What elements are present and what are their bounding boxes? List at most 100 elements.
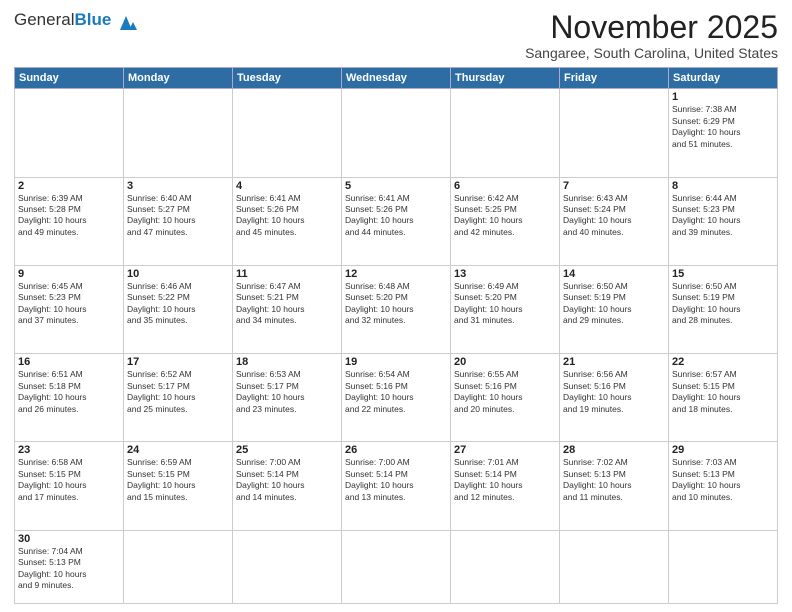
cell-text: and 25 minutes.: [127, 404, 229, 415]
cell-text: Sunset: 5:16 PM: [454, 381, 556, 392]
table-row: 9Sunrise: 6:45 AMSunset: 5:23 PMDaylight…: [15, 265, 124, 353]
header: General Blue November 2025 Sangaree, Sou…: [14, 10, 778, 61]
col-friday: Friday: [560, 68, 669, 89]
cell-text: and 20 minutes.: [454, 404, 556, 415]
day-number: 28: [563, 444, 665, 456]
cell-text: Sunrise: 7:03 AM: [672, 457, 774, 468]
day-number: 19: [345, 356, 447, 368]
cell-text: Sunset: 5:26 PM: [236, 204, 338, 215]
table-row: 13Sunrise: 6:49 AMSunset: 5:20 PMDayligh…: [451, 265, 560, 353]
table-row: 2Sunrise: 6:39 AMSunset: 5:28 PMDaylight…: [15, 177, 124, 265]
col-thursday: Thursday: [451, 68, 560, 89]
cell-text: Sunrise: 6:55 AM: [454, 369, 556, 380]
cell-text: Sunset: 5:16 PM: [345, 381, 447, 392]
cell-text: Sunset: 5:21 PM: [236, 292, 338, 303]
table-row: 21Sunrise: 6:56 AMSunset: 5:16 PMDayligh…: [560, 354, 669, 442]
table-row: 16Sunrise: 6:51 AMSunset: 5:18 PMDayligh…: [15, 354, 124, 442]
cell-text: and 18 minutes.: [672, 404, 774, 415]
table-row: 29Sunrise: 7:03 AMSunset: 5:13 PMDayligh…: [669, 442, 778, 530]
cell-text: Sunset: 5:22 PM: [127, 292, 229, 303]
cell-text: Sunrise: 6:53 AM: [236, 369, 338, 380]
cell-text: Sunset: 5:19 PM: [563, 292, 665, 303]
cell-text: Sunrise: 7:02 AM: [563, 457, 665, 468]
cell-text: Sunrise: 6:43 AM: [563, 193, 665, 204]
cell-text: Sunrise: 6:58 AM: [18, 457, 120, 468]
cell-text: Daylight: 10 hours: [454, 480, 556, 491]
cell-text: Sunrise: 7:38 AM: [672, 104, 774, 115]
cell-text: and 14 minutes.: [236, 492, 338, 503]
cell-text: Sunset: 5:28 PM: [18, 204, 120, 215]
cell-text: Daylight: 10 hours: [672, 215, 774, 226]
table-row: 25Sunrise: 7:00 AMSunset: 5:14 PMDayligh…: [233, 442, 342, 530]
table-row: 5Sunrise: 6:41 AMSunset: 5:26 PMDaylight…: [342, 177, 451, 265]
title-block: November 2025 Sangaree, South Carolina, …: [525, 10, 778, 61]
table-row: [342, 89, 451, 177]
table-row: 27Sunrise: 7:01 AMSunset: 5:14 PMDayligh…: [451, 442, 560, 530]
location: Sangaree, South Carolina, United States: [525, 45, 778, 61]
table-row: 6Sunrise: 6:42 AMSunset: 5:25 PMDaylight…: [451, 177, 560, 265]
col-wednesday: Wednesday: [342, 68, 451, 89]
cell-text: Sunrise: 6:48 AM: [345, 281, 447, 292]
cell-text: Sunrise: 7:00 AM: [236, 457, 338, 468]
cell-text: Daylight: 10 hours: [18, 480, 120, 491]
logo-blue-text: Blue: [74, 10, 111, 30]
cell-text: Sunrise: 6:39 AM: [18, 193, 120, 204]
table-row: [124, 530, 233, 603]
day-number: 13: [454, 268, 556, 280]
cell-text: Sunset: 5:17 PM: [236, 381, 338, 392]
cell-text: and 31 minutes.: [454, 315, 556, 326]
calendar-header-row: Sunday Monday Tuesday Wednesday Thursday…: [15, 68, 778, 89]
cell-text: Sunrise: 6:44 AM: [672, 193, 774, 204]
cell-text: Sunrise: 6:50 AM: [672, 281, 774, 292]
cell-text: Sunset: 5:19 PM: [672, 292, 774, 303]
calendar-week-row: 30Sunrise: 7:04 AMSunset: 5:13 PMDayligh…: [15, 530, 778, 603]
table-row: 14Sunrise: 6:50 AMSunset: 5:19 PMDayligh…: [560, 265, 669, 353]
day-number: 1: [672, 91, 774, 103]
cell-text: Sunset: 5:16 PM: [563, 381, 665, 392]
cell-text: Sunrise: 6:50 AM: [563, 281, 665, 292]
logo-general-text: General: [14, 10, 74, 30]
calendar-week-row: 9Sunrise: 6:45 AMSunset: 5:23 PMDaylight…: [15, 265, 778, 353]
cell-text: Daylight: 10 hours: [454, 392, 556, 403]
cell-text: and 34 minutes.: [236, 315, 338, 326]
cell-text: Sunset: 5:24 PM: [563, 204, 665, 215]
cell-text: and 10 minutes.: [672, 492, 774, 503]
day-number: 8: [672, 180, 774, 192]
page: General Blue November 2025 Sangaree, Sou…: [0, 0, 792, 612]
calendar-table: Sunday Monday Tuesday Wednesday Thursday…: [14, 67, 778, 604]
cell-text: Daylight: 10 hours: [18, 215, 120, 226]
day-number: 10: [127, 268, 229, 280]
cell-text: and 32 minutes.: [345, 315, 447, 326]
day-number: 22: [672, 356, 774, 368]
cell-text: and 35 minutes.: [127, 315, 229, 326]
col-sunday: Sunday: [15, 68, 124, 89]
cell-text: Sunset: 5:15 PM: [127, 469, 229, 480]
calendar-week-row: 16Sunrise: 6:51 AMSunset: 5:18 PMDayligh…: [15, 354, 778, 442]
cell-text: and 37 minutes.: [18, 315, 120, 326]
cell-text: and 12 minutes.: [454, 492, 556, 503]
cell-text: and 15 minutes.: [127, 492, 229, 503]
table-row: [451, 530, 560, 603]
cell-text: and 40 minutes.: [563, 227, 665, 238]
cell-text: Sunrise: 6:47 AM: [236, 281, 338, 292]
calendar-week-row: 23Sunrise: 6:58 AMSunset: 5:15 PMDayligh…: [15, 442, 778, 530]
table-row: 22Sunrise: 6:57 AMSunset: 5:15 PMDayligh…: [669, 354, 778, 442]
day-number: 15: [672, 268, 774, 280]
cell-text: Sunset: 5:14 PM: [236, 469, 338, 480]
cell-text: Sunset: 5:23 PM: [672, 204, 774, 215]
table-row: 12Sunrise: 6:48 AMSunset: 5:20 PMDayligh…: [342, 265, 451, 353]
cell-text: Sunset: 5:26 PM: [345, 204, 447, 215]
day-number: 25: [236, 444, 338, 456]
cell-text: Sunrise: 6:41 AM: [345, 193, 447, 204]
table-row: [233, 89, 342, 177]
cell-text: Daylight: 10 hours: [345, 392, 447, 403]
cell-text: and 47 minutes.: [127, 227, 229, 238]
cell-text: and 39 minutes.: [672, 227, 774, 238]
cell-text: Sunrise: 6:52 AM: [127, 369, 229, 380]
cell-text: Sunset: 5:25 PM: [454, 204, 556, 215]
day-number: 7: [563, 180, 665, 192]
day-number: 3: [127, 180, 229, 192]
cell-text: Daylight: 10 hours: [18, 392, 120, 403]
logo-icon: [115, 12, 137, 30]
cell-text: Daylight: 10 hours: [127, 215, 229, 226]
